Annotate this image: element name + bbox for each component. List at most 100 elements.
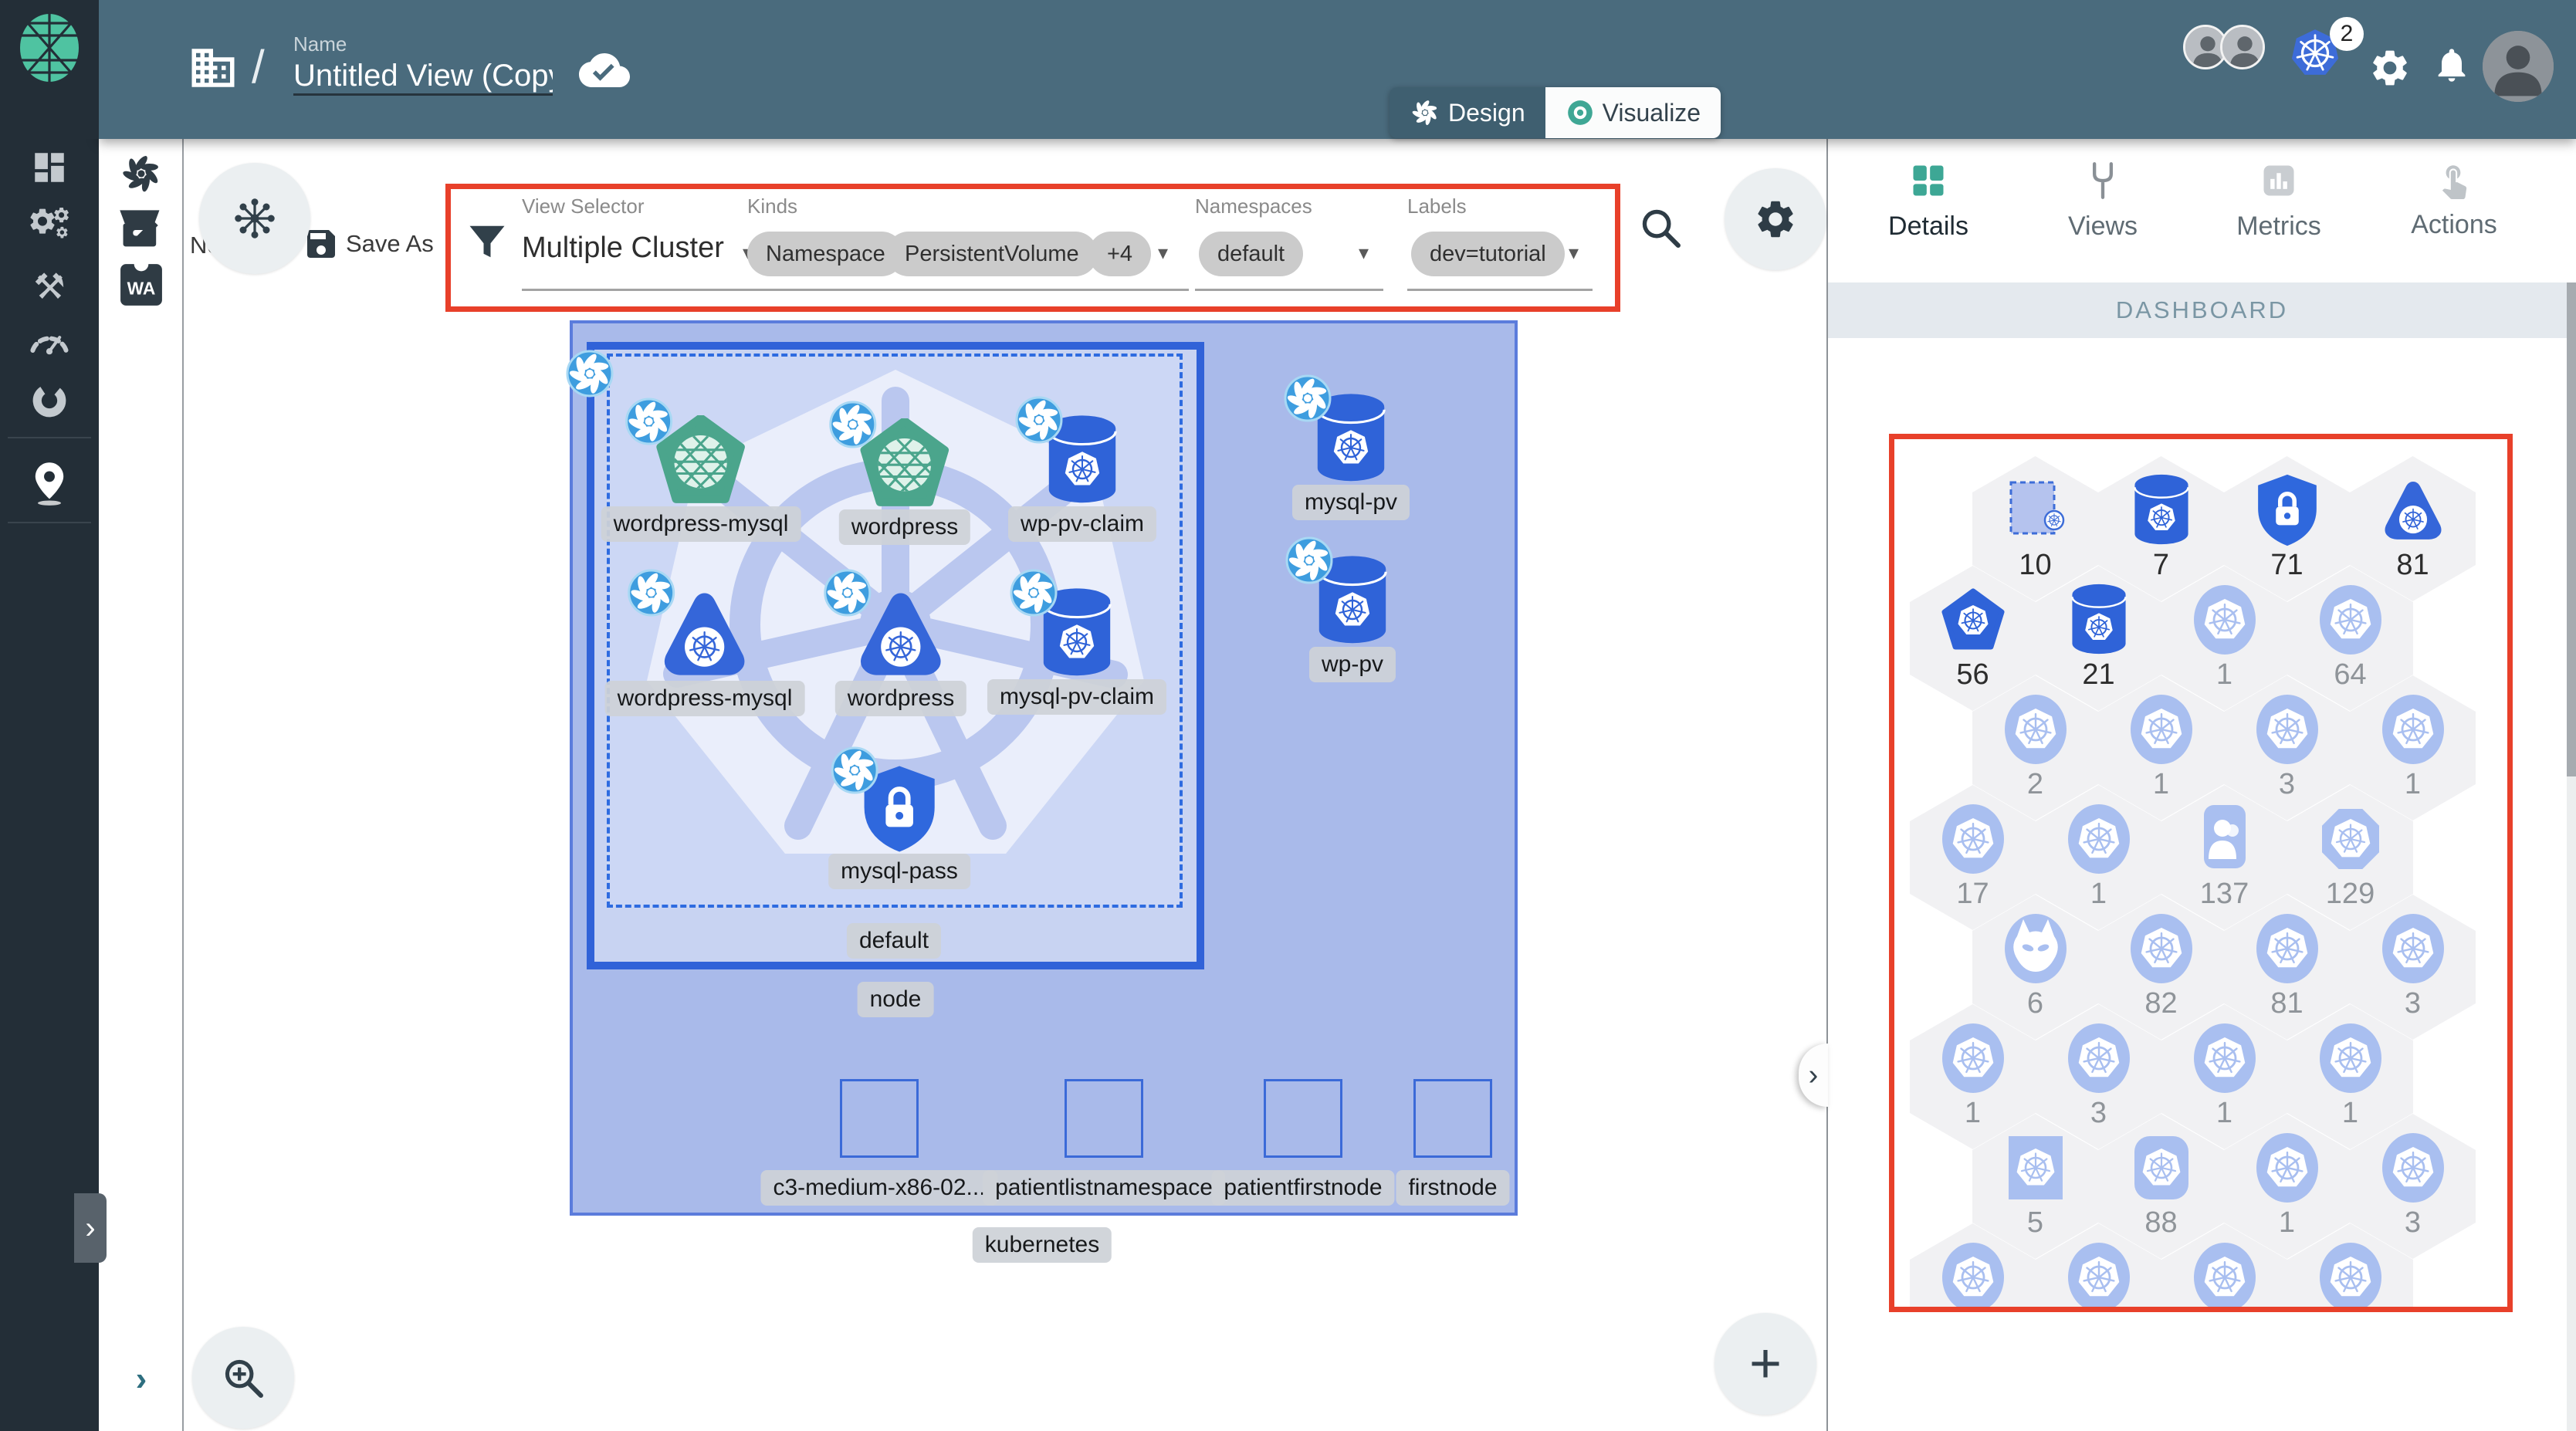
meshsync-badge-icon bbox=[627, 568, 676, 617]
k8s-kind-icon bbox=[2066, 1240, 2132, 1310]
wasm-icon[interactable]: WA bbox=[99, 262, 184, 307]
collaborator-avatar[interactable] bbox=[2220, 25, 2265, 69]
k8s-kind-icon bbox=[2380, 912, 2446, 986]
save-as-button[interactable]: Save As bbox=[346, 230, 434, 258]
meshsync-badge-icon bbox=[1014, 395, 1064, 445]
tab-details[interactable]: Details bbox=[1843, 161, 2013, 242]
tab-metrics[interactable]: Metrics bbox=[2194, 161, 2364, 242]
canvas-node[interactable]: wordpress-mysql bbox=[601, 398, 801, 542]
user-avatar[interactable] bbox=[2483, 31, 2554, 102]
view-selector-value[interactable]: Multiple Cluster bbox=[522, 232, 724, 265]
layout-network-button[interactable] bbox=[199, 163, 310, 274]
kinds-label: Kinds bbox=[747, 195, 798, 218]
hex-cell-k8s[interactable] bbox=[1910, 1223, 2036, 1310]
host-node-label: firstnode bbox=[1396, 1170, 1510, 1206]
kind-chip[interactable]: Namespace bbox=[747, 232, 904, 276]
strip-expand-chevron[interactable]: › bbox=[99, 1360, 184, 1399]
canvas-node[interactable]: wordpress bbox=[824, 569, 967, 716]
canvas-settings-gear-button[interactable] bbox=[1725, 168, 1826, 270]
node-label: wordpress bbox=[834, 681, 967, 716]
filter-funnel-icon bbox=[466, 221, 508, 262]
k8s-kind-icon bbox=[2192, 1240, 2258, 1310]
kinds-caret-icon[interactable]: ▾ bbox=[1158, 241, 1168, 265]
k8s-kind-icon bbox=[1940, 1240, 2006, 1310]
organization-icon[interactable] bbox=[188, 42, 239, 93]
kind-chip-more[interactable]: +4 bbox=[1088, 232, 1152, 276]
sidebar-item-performance[interactable] bbox=[0, 323, 99, 360]
tab-actions[interactable]: Actions bbox=[2369, 161, 2539, 240]
tab-visualize[interactable]: Visualize bbox=[1545, 87, 1721, 138]
panel-scrollbar-thumb[interactable] bbox=[2567, 282, 2576, 776]
dashboard-section-header: DASHBOARD bbox=[1828, 282, 2576, 338]
k8s-kind-icon bbox=[2192, 583, 2258, 657]
zoom-in-button[interactable] bbox=[192, 1327, 294, 1429]
add-node-button[interactable]: + bbox=[1715, 1313, 1816, 1415]
canvas-node[interactable]: wp-pv-claim bbox=[1007, 396, 1157, 542]
k8s-kind-icon bbox=[2254, 1131, 2320, 1205]
kinds-underline bbox=[747, 289, 1189, 291]
k8s-kind-icon bbox=[2002, 692, 2069, 766]
canvas-node[interactable]: wordpress-mysql bbox=[604, 569, 805, 716]
sidebar-item-dashboard[interactable] bbox=[0, 148, 99, 187]
namespace-chip[interactable]: default bbox=[1199, 232, 1304, 276]
context-count-badge: 2 bbox=[2330, 17, 2364, 51]
k8s-kind-icon bbox=[1940, 802, 2006, 876]
view-selector-label: View Selector bbox=[522, 195, 645, 218]
view-name-input[interactable] bbox=[293, 59, 553, 96]
labels-caret-icon[interactable]: ▾ bbox=[1569, 241, 1579, 265]
host-node-square[interactable] bbox=[1065, 1079, 1143, 1158]
user-kind-icon bbox=[2192, 802, 2258, 876]
mode-toggle: Design Visualize bbox=[1390, 87, 1721, 138]
pod-kind-icon bbox=[1940, 583, 2006, 657]
node-label: wp-pv bbox=[1308, 647, 1396, 682]
meshsync-badge-icon bbox=[625, 397, 674, 446]
canvas-node[interactable]: mysql-pv-claim bbox=[987, 569, 1167, 715]
tab-label: Details bbox=[1888, 211, 1968, 241]
canvas-node[interactable]: wordpress bbox=[829, 401, 971, 545]
node-label: wordpress bbox=[838, 509, 971, 545]
label-chip[interactable]: dev=tutorial bbox=[1411, 232, 1565, 276]
sidebar-item-kanvas[interactable] bbox=[0, 460, 99, 506]
node-label: node bbox=[857, 982, 934, 1017]
hex-cell-k8s[interactable] bbox=[2161, 1223, 2287, 1310]
meshery-pinwheel-icon[interactable] bbox=[99, 151, 184, 196]
canvas-node[interactable]: wp-pv bbox=[1285, 536, 1396, 682]
node-label: wp-pv-claim bbox=[1007, 506, 1157, 542]
settings-gear-icon[interactable] bbox=[2368, 46, 2412, 90]
tab-design[interactable]: Design bbox=[1390, 87, 1545, 138]
hex-cell-k8s[interactable] bbox=[2287, 1223, 2413, 1310]
catalog-archive-edit-icon[interactable] bbox=[99, 205, 184, 255]
cluster-label: kubernetes bbox=[972, 1227, 1112, 1263]
cloud-saved-icon bbox=[579, 45, 630, 96]
volume-kind-icon bbox=[2066, 583, 2132, 657]
octagon-kind-icon bbox=[2317, 802, 2384, 876]
canvas-node[interactable]: mysql-pv bbox=[1284, 374, 1410, 520]
sidebar-expand-handle[interactable]: › bbox=[74, 1193, 107, 1263]
tab-views[interactable]: Views bbox=[2018, 161, 2188, 242]
host-node-square[interactable] bbox=[1413, 1079, 1492, 1158]
host-node-square[interactable] bbox=[1264, 1079, 1342, 1158]
volume-kind-icon bbox=[2128, 473, 2195, 547]
panel-collapse-handle[interactable]: › bbox=[1799, 1044, 1828, 1107]
kind-chip[interactable]: PersistentVolume bbox=[886, 232, 1098, 276]
sidebar-item-extensions[interactable] bbox=[0, 380, 99, 421]
meshsync-badge-icon bbox=[1009, 568, 1058, 617]
node-label: mysql-pv bbox=[1291, 485, 1410, 520]
canvas-node[interactable]: mysql-pass bbox=[828, 746, 970, 889]
square-kind-icon bbox=[2002, 1131, 2069, 1205]
k8s-kind-icon bbox=[2254, 912, 2320, 986]
visualize-eye-icon bbox=[1566, 98, 1595, 127]
host-node-square[interactable] bbox=[840, 1079, 919, 1158]
node-label: mysql-pass bbox=[828, 854, 970, 889]
notifications-bell-icon[interactable] bbox=[2432, 45, 2472, 85]
views-branch-icon bbox=[2083, 161, 2123, 201]
namespaces-caret-icon[interactable]: ▾ bbox=[1359, 241, 1369, 265]
details-grid-icon bbox=[1908, 161, 1948, 201]
sidebar-item-lifecycle[interactable] bbox=[0, 205, 99, 245]
svg-text:WA: WA bbox=[127, 278, 156, 298]
hex-cell-k8s[interactable] bbox=[2036, 1223, 2161, 1310]
search-icon[interactable] bbox=[1638, 205, 1683, 250]
sidebar-item-toolkit[interactable]: ⚒ bbox=[0, 266, 99, 307]
meshery-logo[interactable] bbox=[0, 0, 99, 139]
tab-label: Metrics bbox=[2236, 211, 2321, 241]
